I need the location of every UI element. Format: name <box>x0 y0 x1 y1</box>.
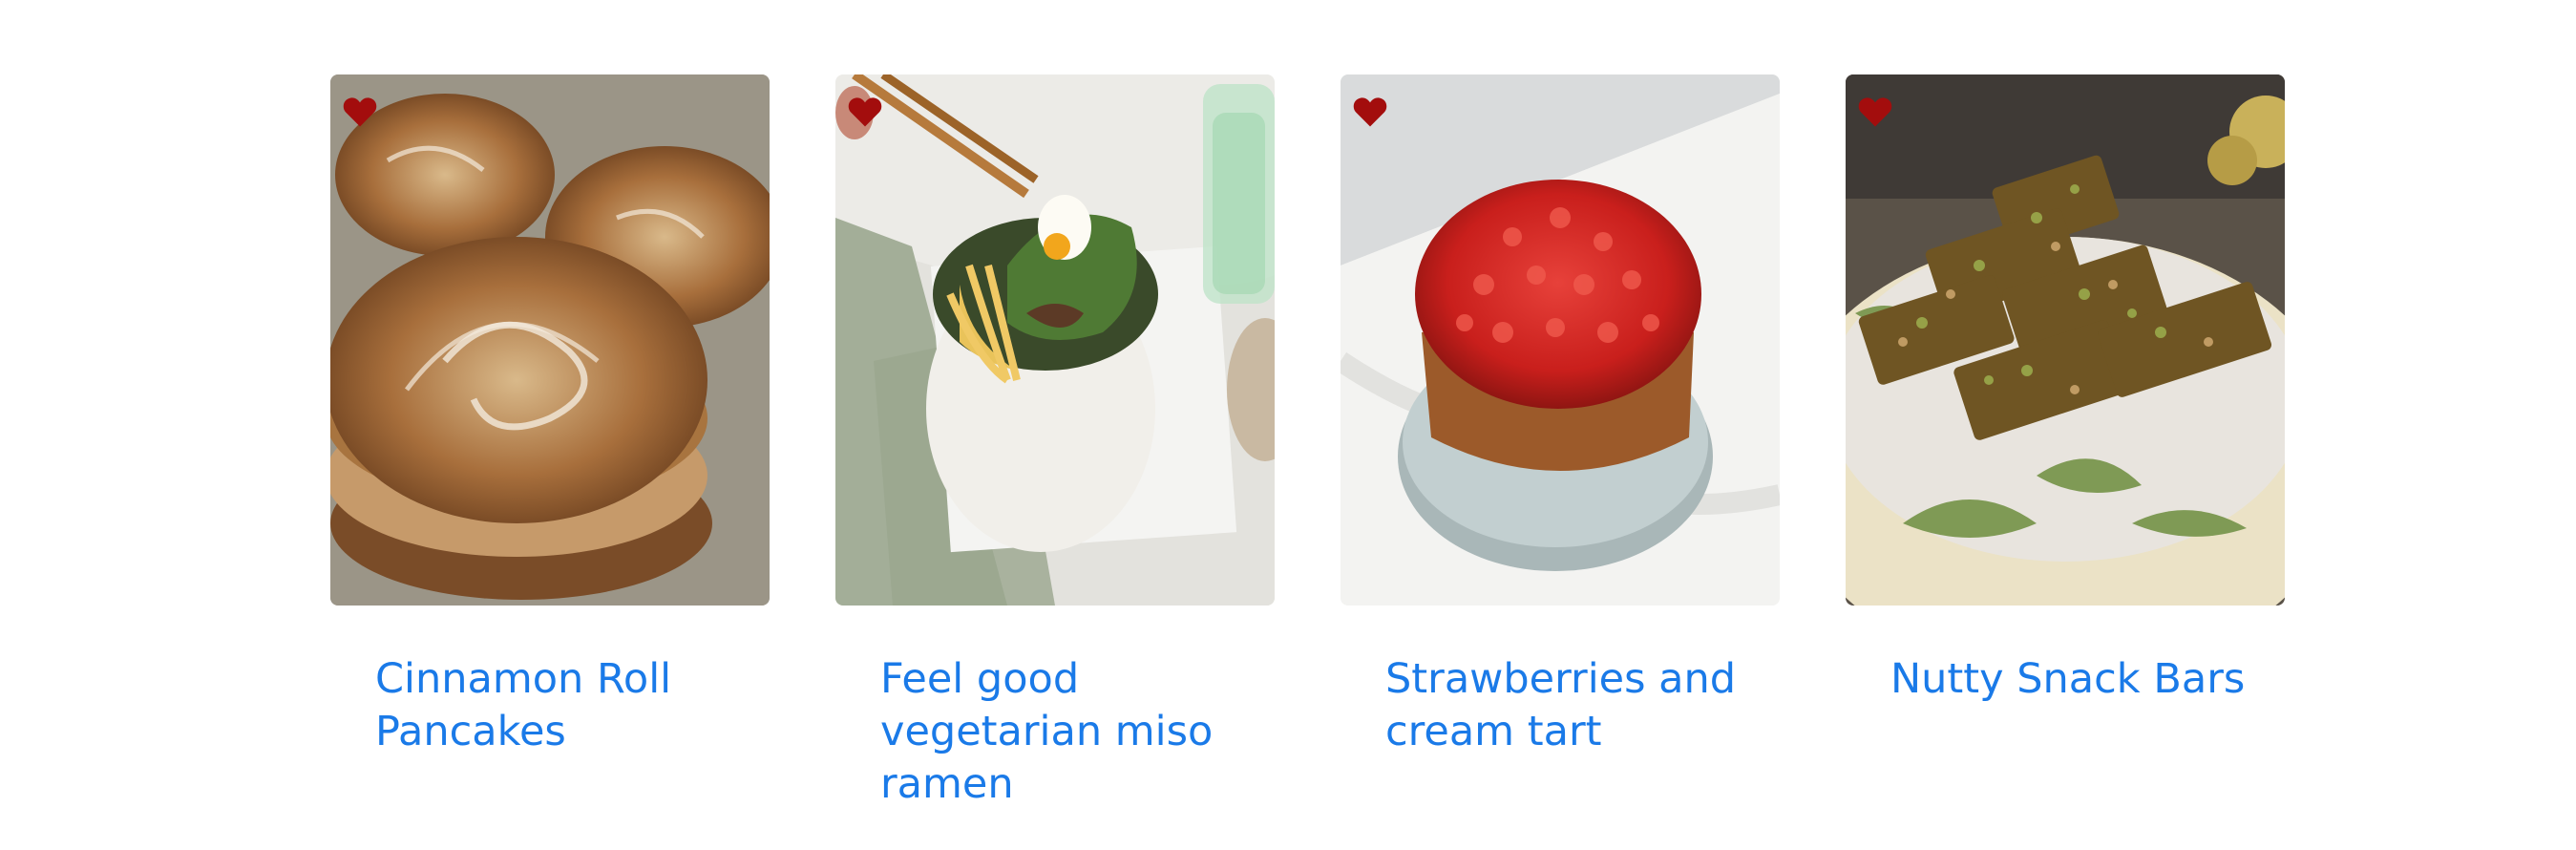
snack-bars-photo <box>1846 74 2285 606</box>
recipe-card[interactable]: Cinnamon Roll Pancakes <box>330 74 770 758</box>
recipe-title-link[interactable]: Feel good vegetarian miso ramen <box>880 653 1272 811</box>
recipe-image[interactable] <box>1846 74 2285 606</box>
recipe-card[interactable]: Strawberries and cream tart <box>1341 74 1780 758</box>
heart-icon[interactable] <box>847 96 883 128</box>
tart-photo <box>1341 74 1780 606</box>
recipe-image[interactable] <box>1341 74 1780 606</box>
recipe-card[interactable]: Feel good vegetarian miso ramen <box>835 74 1275 811</box>
recipe-image[interactable] <box>835 74 1275 606</box>
recipe-title-link[interactable]: Cinnamon Roll Pancakes <box>375 653 767 758</box>
pancakes-photo <box>330 74 770 606</box>
heart-icon[interactable] <box>1352 96 1388 128</box>
recipe-card[interactable]: Nutty Snack Bars <box>1846 74 2285 706</box>
recipe-title-link[interactable]: Nutty Snack Bars <box>1890 653 2282 706</box>
heart-icon[interactable] <box>342 96 378 128</box>
recipe-image[interactable] <box>330 74 770 606</box>
ramen-photo <box>835 74 1275 606</box>
recipe-title-link[interactable]: Strawberries and cream tart <box>1385 653 1777 758</box>
heart-icon[interactable] <box>1857 96 1893 128</box>
